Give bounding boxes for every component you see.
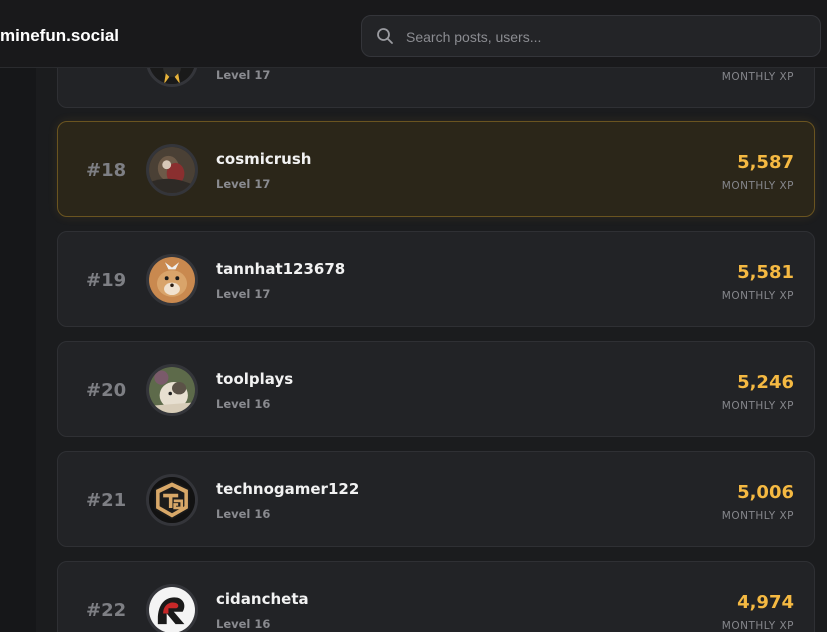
search-input[interactable] — [404, 25, 808, 49]
rank: #18 — [86, 160, 127, 181]
rank: #21 — [86, 490, 127, 511]
leaderboard-row[interactable]: #19 tannhat123678 Level 17 5,581 MONTHLY… — [57, 231, 815, 327]
avatar[interactable] — [146, 254, 198, 306]
user-level: Level 16 — [216, 507, 271, 521]
monthly-xp-value: 4,974 — [737, 592, 794, 613]
avatar[interactable] — [146, 144, 198, 196]
monthly-xp-value: 5,581 — [737, 262, 794, 283]
leaderboard-row-current-user[interactable]: #18 cosmicrush Level 17 5,587 MONTHLY XP — [57, 121, 815, 217]
search-icon — [376, 27, 394, 45]
search-box[interactable] — [361, 15, 821, 57]
user-level: Level 16 — [216, 397, 271, 411]
xp-label: MONTHLY XP — [721, 180, 794, 192]
user-level: Level 17 — [216, 177, 271, 191]
site-brand[interactable]: minefun.social — [0, 26, 119, 46]
username[interactable]: toolplays — [216, 370, 293, 388]
leaderboard-page: Level 17 MONTHLY XP #18 cosmicrush Level… — [0, 0, 827, 632]
xp-label: MONTHLY XP — [721, 510, 794, 522]
rank: #19 — [86, 270, 127, 291]
rank: #20 — [86, 380, 127, 401]
avatar[interactable] — [146, 474, 198, 526]
user-level: Level 17 — [216, 68, 271, 82]
leaderboard-row[interactable]: #20 toolplays Level 16 5,246 MONTHLY XP — [57, 341, 815, 437]
leaderboard-row[interactable]: #22 cidancheta Level 16 4,974 MONTHLY XP — [57, 561, 815, 632]
username[interactable]: cosmicrush — [216, 150, 311, 168]
xp-label: MONTHLY XP — [721, 620, 794, 632]
xp-label: MONTHLY XP — [721, 400, 794, 412]
username[interactable]: tannhat123678 — [216, 260, 345, 278]
xp-label: MONTHLY XP — [721, 71, 794, 83]
user-level: Level 17 — [216, 287, 271, 301]
leaderboard-row[interactable]: #21 technogamer122 Level 16 5,006 MONTHL… — [57, 451, 815, 547]
sidebar — [0, 0, 36, 632]
monthly-xp-value: 5,006 — [737, 482, 794, 503]
rank: #22 — [86, 600, 127, 621]
username[interactable]: cidancheta — [216, 590, 309, 608]
monthly-xp-value: 5,587 — [737, 152, 794, 173]
top-header: minefun.social — [0, 0, 827, 68]
user-level: Level 16 — [216, 617, 271, 631]
username[interactable]: technogamer122 — [216, 480, 359, 498]
xp-label: MONTHLY XP — [721, 290, 794, 302]
avatar[interactable] — [146, 364, 198, 416]
monthly-xp-value: 5,246 — [737, 372, 794, 393]
avatar[interactable] — [146, 584, 198, 632]
